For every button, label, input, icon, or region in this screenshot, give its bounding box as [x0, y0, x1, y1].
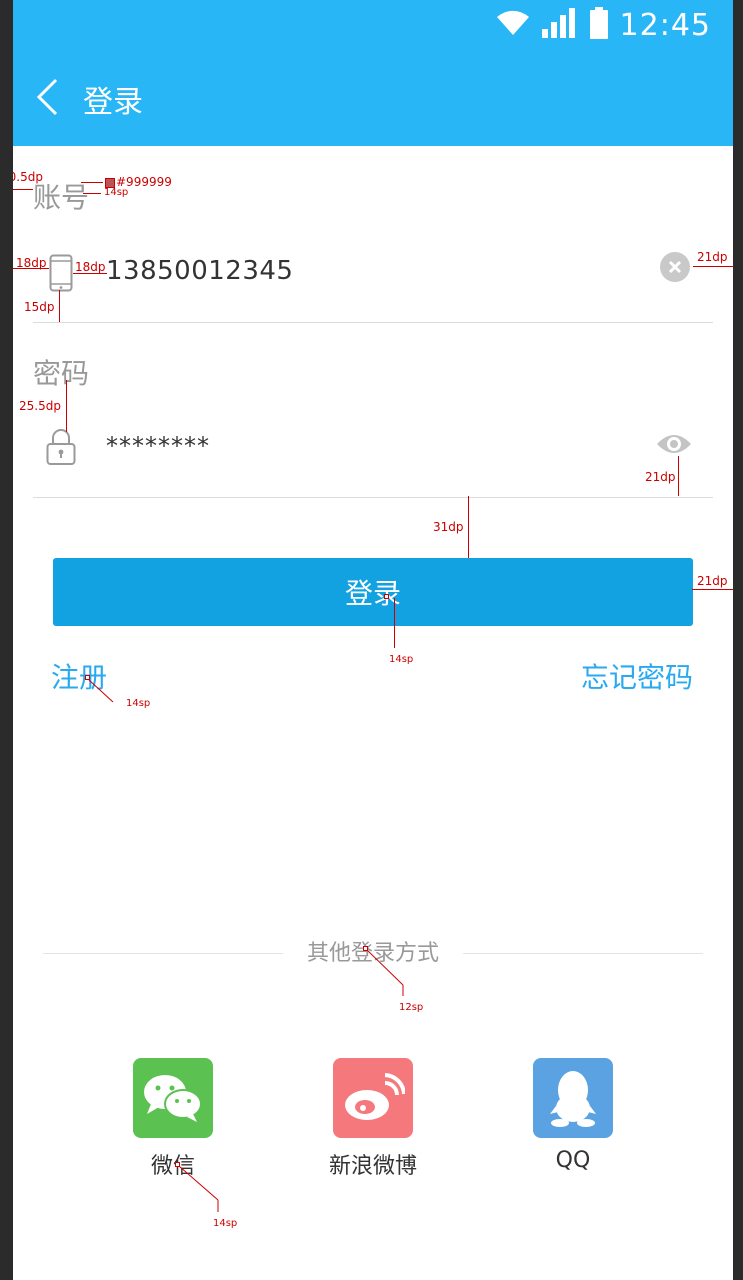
anno-btn-top: 31dp	[433, 520, 464, 534]
anno-icon-gap: 18dp	[75, 260, 106, 274]
anno-icon-below: 15dp	[24, 300, 55, 314]
anno-clear-right: 21dp	[697, 250, 728, 264]
anno-pwd-gap: 25.5dp	[19, 399, 61, 413]
anno-link-text: 14sp	[126, 698, 151, 709]
anno-leaders	[88, 679, 404, 1212]
anno-icon-left: 18dp	[16, 256, 47, 270]
anno-btn-right: 21dp	[697, 574, 728, 588]
anno-label-margin: 10.5dp	[13, 170, 43, 184]
login-screen: 12:45 登录 账号 13850012345 密码 ******** 登录 注…	[13, 0, 733, 1280]
anno-btn-text: 14sp	[389, 654, 414, 665]
anno-other-text: 12sp	[399, 1002, 424, 1013]
anno-eye-bottom: 21dp	[645, 470, 676, 484]
anno-social-text: 14sp	[213, 1218, 238, 1229]
